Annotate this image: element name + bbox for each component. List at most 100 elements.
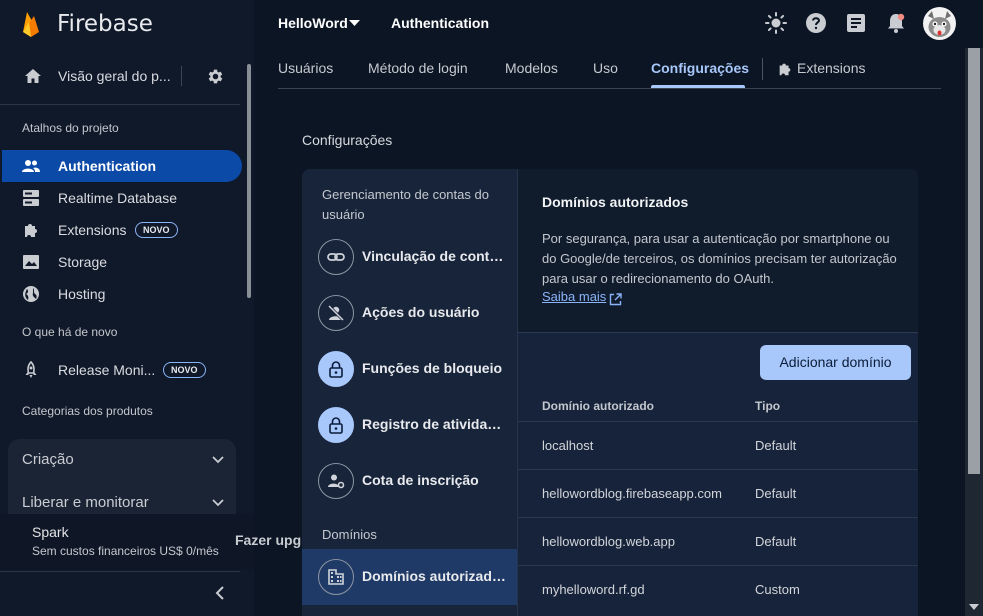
avatar[interactable] <box>923 7 956 40</box>
domain-cell: hellowordblog.web.app <box>542 534 675 549</box>
theme-toggle-icon[interactable] <box>765 12 787 34</box>
type-cell: Default <box>755 534 797 549</box>
group-label-account: Gerenciamento de contas do usuário <box>322 187 489 222</box>
project-selector[interactable]: HelloWord <box>278 15 348 31</box>
table-row[interactable]: myhelloword.rf.gd Custom <box>518 565 918 613</box>
menu-item-label: Funções de bloqueio <box>362 360 503 376</box>
type-cell: Default <box>755 486 797 501</box>
person-off-icon <box>327 304 345 322</box>
active-tab-indicator <box>651 85 745 88</box>
menu-item-label: Ações do usuário <box>362 304 480 320</box>
sidebar-item-label: Release Moni... <box>58 362 156 378</box>
column-header-type[interactable]: Tipo <box>755 399 780 413</box>
sidebar-item-label: Storage <box>58 254 108 270</box>
domain-cell: localhost <box>542 438 594 453</box>
divider <box>181 66 182 86</box>
plan-info: Spark Sem custos financeiros US$ 0/mês <box>0 514 254 570</box>
sidebar-item-storage[interactable]: Storage <box>2 246 242 278</box>
divider <box>762 58 763 80</box>
tab-settings[interactable]: Configurações <box>651 60 749 76</box>
new-badge: NOVO <box>163 362 206 378</box>
menu-signup-quota[interactable]: Cota de inscrição <box>302 453 517 509</box>
authorized-domains-panel: Domínios autorizados Por segurança, para… <box>518 169 918 616</box>
table-row[interactable]: hellowordblog.web.app Default <box>518 517 918 565</box>
rocket-icon <box>25 361 37 378</box>
chevron-left-icon[interactable] <box>214 585 226 601</box>
category-list: Criação Liberar e monitorar <box>8 439 236 514</box>
sidebar-item-hosting[interactable]: Hosting <box>2 278 242 310</box>
sidebar-item-authentication[interactable]: Authentication <box>2 150 242 182</box>
category-liberar-monitorar[interactable]: Liberar e monitorar <box>8 483 236 514</box>
divider <box>0 104 240 105</box>
firebase-flame-icon <box>23 12 39 37</box>
domain-cell: hellowordblog.firebaseapp.com <box>542 486 722 501</box>
plan-description: Sem custos financeiros US$ 0/mês <box>32 544 219 558</box>
sidebar-item-label: Extensions <box>58 222 127 238</box>
table-row[interactable]: hellowordblog.firebaseapp.com Default <box>518 469 918 517</box>
learn-more-link[interactable]: Saiba mais <box>542 289 606 304</box>
sidebar-item-label: Realtime Database <box>58 190 178 206</box>
link-icon <box>327 253 345 261</box>
scroll-down-arrow-icon[interactable] <box>969 603 979 611</box>
globe-icon <box>23 286 39 302</box>
tab-users[interactable]: Usuários <box>278 60 333 76</box>
column-header-domain[interactable]: Domínio autorizado <box>542 399 654 413</box>
domain-cell: myhelloword.rf.gd <box>542 582 645 597</box>
user-avatar-icon <box>928 11 951 37</box>
plan-name: Spark <box>32 524 69 540</box>
chevron-down-icon <box>212 499 224 507</box>
page-title: Authentication <box>391 15 489 31</box>
lock-icon <box>329 417 343 434</box>
release-notes-icon[interactable] <box>845 12 867 34</box>
project-overview[interactable]: Visão geral do p... <box>0 52 244 100</box>
menu-item-label: Domínios autorizados <box>362 568 507 584</box>
panel-title: Domínios autorizados <box>542 194 689 210</box>
menu-blocking-functions[interactable]: Funções de bloqueio <box>302 341 517 397</box>
add-domain-button[interactable]: Adicionar domínio <box>760 345 911 380</box>
sidebar: Firebase Visão geral do p... Atalhos do … <box>0 0 254 616</box>
tab-bar: Usuários Método de login Modelos Uso Con… <box>278 48 941 89</box>
sidebar-item-release-monitoring[interactable]: Release Moni... NOVO <box>2 354 242 386</box>
open-in-new-icon[interactable] <box>609 293 622 306</box>
section-title: Configurações <box>302 132 393 148</box>
tab-usage[interactable]: Uso <box>593 60 618 76</box>
tab-templates[interactable]: Modelos <box>505 60 558 76</box>
chevron-down-icon <box>212 456 224 464</box>
people-icon <box>22 160 40 172</box>
main-scrollbar-thumb[interactable] <box>968 48 980 474</box>
menu-item-label: Vinculação de conta ... <box>362 248 507 264</box>
settings-card: Gerenciamento de contas do usuário Vincu… <box>302 169 918 616</box>
divider <box>0 571 240 572</box>
tab-extensions[interactable]: Extensions <box>777 60 877 80</box>
category-label: Criação <box>22 451 74 468</box>
home-icon <box>25 69 41 83</box>
menu-authorized-domains[interactable]: Domínios autorizados <box>302 549 517 605</box>
type-cell: Default <box>755 438 797 453</box>
type-cell: Custom <box>755 582 800 597</box>
sidebar-item-extensions[interactable]: Extensions NOVO <box>2 214 242 246</box>
tab-sign-in-method[interactable]: Método de login <box>368 60 468 76</box>
menu-user-actions[interactable]: Ações do usuário <box>302 285 517 341</box>
menu-account-linking[interactable]: Vinculação de conta ... <box>302 229 517 285</box>
sidebar-item-label: Authentication <box>58 158 156 174</box>
extension-icon <box>779 63 791 76</box>
category-criacao[interactable]: Criação <box>8 439 236 479</box>
notifications-icon[interactable] <box>885 12 907 34</box>
lock-icon <box>329 361 343 378</box>
firebase-logo[interactable]: Firebase <box>0 0 254 48</box>
sidebar-item-realtime-database[interactable]: Realtime Database <box>2 182 242 214</box>
table-row[interactable]: localhost Default <box>518 421 918 469</box>
menu-activity-log[interactable]: Registro de atividade... <box>302 397 517 453</box>
menu-item-label: Cota de inscrição <box>362 472 479 488</box>
sidebar-scrollbar[interactable] <box>247 64 251 298</box>
whats-new-section-label: O que há de novo <box>22 325 118 339</box>
shortcuts-section-label: Atalhos do projeto <box>22 121 119 135</box>
group-label-domains: Domínios <box>322 527 377 542</box>
gear-icon[interactable] <box>206 67 225 86</box>
extension-icon <box>25 224 37 237</box>
database-icon <box>23 190 39 206</box>
help-icon[interactable] <box>805 12 827 34</box>
sidebar-item-label: Hosting <box>58 286 106 302</box>
caret-down-icon[interactable] <box>349 20 360 27</box>
panel-description: Por segurança, para usar a autenticação … <box>542 231 897 286</box>
